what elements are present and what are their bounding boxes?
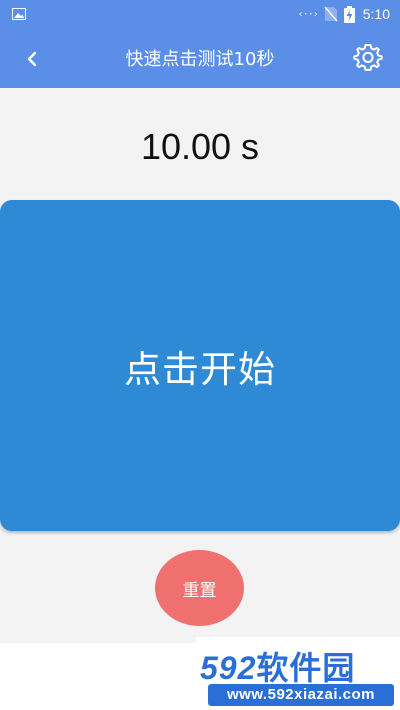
status-icons: ‹··› 5:10 [298,5,390,23]
tap-area-label: 点击开始 [124,347,276,391]
battery-charging-icon [343,5,355,23]
watermark-brand-number: 592 [200,650,257,686]
no-sim-icon [324,6,338,22]
app-bar: 快速点击测试10秒 [0,29,400,88]
status-time: 5:10 [362,6,390,22]
main-content: 10.00 s 点击开始 重置 [0,88,400,643]
image-icon [12,8,26,20]
watermark-logo: 592软件园 www.592xiazai.com [196,637,400,710]
settings-button[interactable] [352,41,384,73]
watermark-url: www.592xiazai.com [208,684,394,706]
tap-area[interactable]: 点击开始 [0,200,400,531]
reset-button[interactable]: 重置 [155,550,244,626]
timer-display: 10.00 s [140,126,260,167]
watermark-brand-text: 软件园 [256,649,356,687]
status-bar: ‹··› 5:10 [0,0,400,29]
page-title: 快速点击测试10秒 [125,49,275,70]
gear-icon [353,44,383,71]
watermark-brand: 592软件园 [200,643,355,689]
network-sync-icon: ‹··› [297,8,319,20]
